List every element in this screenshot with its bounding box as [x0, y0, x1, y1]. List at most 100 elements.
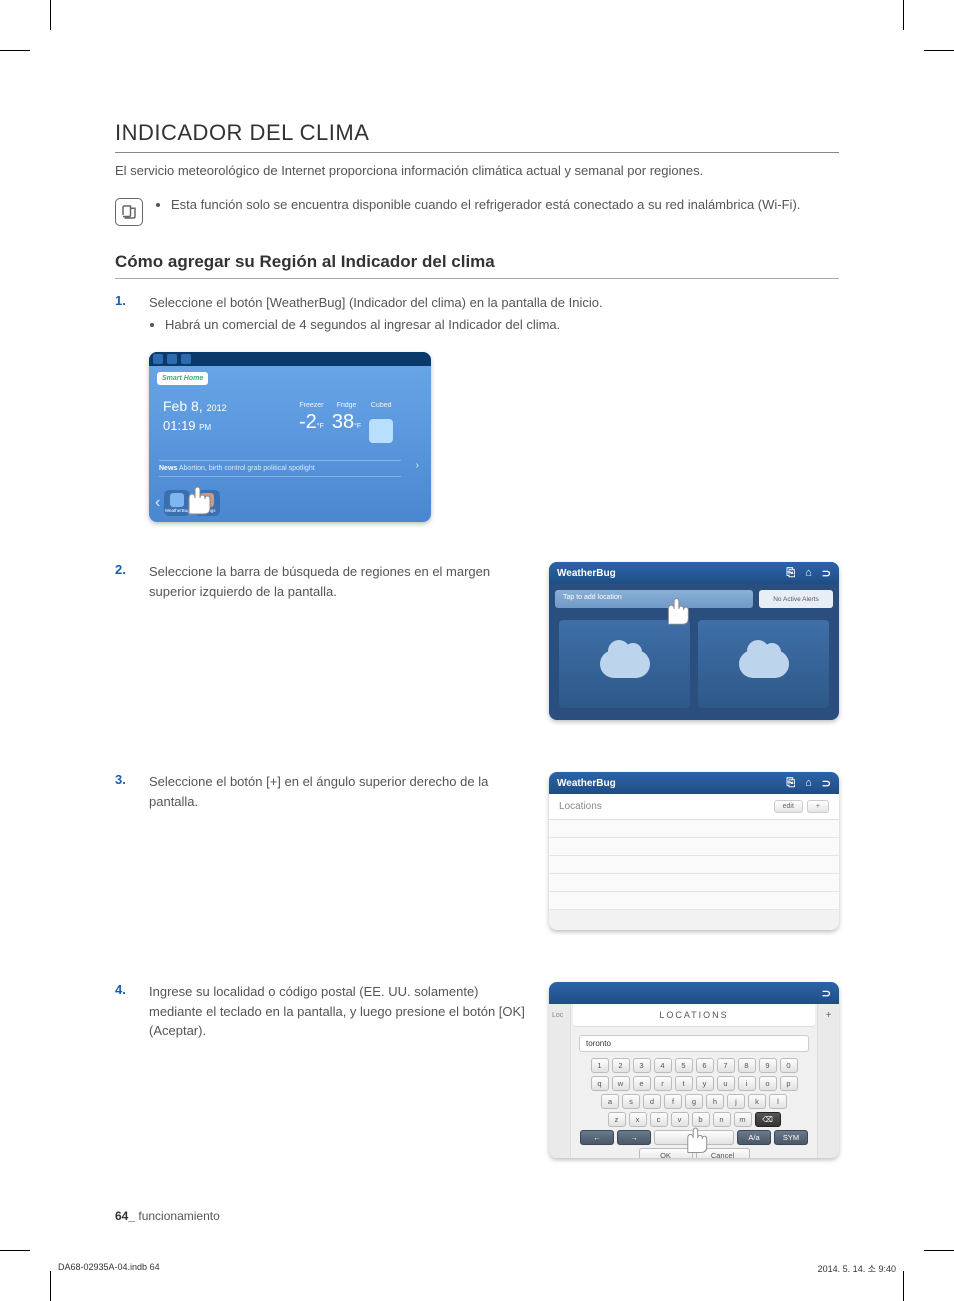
app-header: ⊃: [549, 982, 839, 1004]
pointing-hand-icon: [177, 478, 217, 518]
key-4[interactable]: 4: [654, 1058, 672, 1073]
key-2[interactable]: 2: [612, 1058, 630, 1073]
home-icon[interactable]: ⌂: [805, 567, 812, 580]
key-w[interactable]: w: [612, 1076, 630, 1091]
news-ticker: News Abortion, birth control grab politi…: [159, 460, 401, 477]
fridge-temp: Fridge 38°F: [332, 402, 361, 434]
figure-locations-list: WeatherBug ⎘ ⌂ ⊃ Locations edit +: [549, 772, 839, 930]
save-icon[interactable]: ⎘: [786, 567, 795, 580]
list-item: [549, 838, 839, 856]
key-p[interactable]: p: [780, 1076, 798, 1091]
back-icon[interactable]: ⊃: [822, 987, 831, 1000]
step-text: Seleccione la barra de búsqueda de regio…: [149, 562, 531, 601]
page-footer: 64_ funcionamiento: [115, 1209, 220, 1223]
crop-mark: [903, 0, 904, 30]
key-9[interactable]: 9: [759, 1058, 777, 1073]
key-1[interactable]: 1: [591, 1058, 609, 1073]
news-arrow-icon: ›: [416, 460, 419, 471]
key-c[interactable]: c: [650, 1112, 668, 1127]
back-icon[interactable]: ⊃: [822, 567, 831, 580]
key-z[interactable]: z: [608, 1112, 626, 1127]
key-l[interactable]: l: [769, 1094, 787, 1109]
key-s[interactable]: s: [622, 1094, 640, 1109]
temperature-row: Freezer -2°F Fridge 38°F Cubed: [299, 402, 393, 443]
crop-mark: [924, 50, 954, 51]
back-icon[interactable]: ⊃: [822, 777, 831, 790]
key-5[interactable]: 5: [675, 1058, 693, 1073]
weatherbug-brand: WeatherBug: [557, 778, 616, 789]
key-r[interactable]: r: [654, 1076, 672, 1091]
print-footer: DA68-02935A-04.indb 64 2014. 5. 14. 소 9…: [58, 1262, 896, 1275]
backspace-key[interactable]: ⌫: [755, 1112, 781, 1127]
key-h[interactable]: h: [706, 1094, 724, 1109]
key-k[interactable]: k: [748, 1094, 766, 1109]
sym-key[interactable]: SYM: [774, 1130, 808, 1145]
key-8[interactable]: 8: [738, 1058, 756, 1073]
key-n[interactable]: n: [713, 1112, 731, 1127]
add-location-button[interactable]: +: [818, 1010, 839, 1021]
key-t[interactable]: t: [675, 1076, 693, 1091]
key-f[interactable]: f: [664, 1094, 682, 1109]
key-x[interactable]: x: [629, 1112, 647, 1127]
pointing-hand-icon: [657, 590, 695, 628]
step-1: 1. Seleccione el botón [WeatherBug] (Ind…: [115, 293, 839, 334]
location-search-bar[interactable]: Tap to add location: [555, 590, 753, 608]
step-number: 2.: [115, 562, 135, 577]
list-item: [549, 820, 839, 838]
subtitle: Cómo agregar su Región al Indicador del …: [115, 252, 839, 279]
time-display: 01:19 PM: [163, 418, 211, 433]
figure-home-screen: Smart Home Feb 8, 2012 01:19 PM Freezer …: [149, 352, 431, 522]
key-g[interactable]: g: [685, 1094, 703, 1109]
arrow-left-key[interactable]: ←: [580, 1130, 614, 1145]
key-6[interactable]: 6: [696, 1058, 714, 1073]
key-q[interactable]: q: [591, 1076, 609, 1091]
ice-mode: Cubed: [369, 402, 393, 443]
pointing-hand-icon: [677, 1120, 713, 1156]
side-panel: +: [817, 1004, 839, 1158]
note-icon: [115, 198, 143, 226]
key-o[interactable]: o: [759, 1076, 777, 1091]
print-timestamp: 2014. 5. 14. 소 9:40: [818, 1262, 896, 1275]
step-3: 3. Seleccione el botón [+] en el ángulo …: [115, 772, 531, 811]
step-number: 3.: [115, 772, 135, 787]
side-panel: Loc: [549, 1004, 571, 1158]
key-3[interactable]: 3: [633, 1058, 651, 1073]
key-u[interactable]: u: [717, 1076, 735, 1091]
key-i[interactable]: i: [738, 1076, 756, 1091]
app-header: WeatherBug ⎘ ⌂ ⊃: [549, 772, 839, 794]
cloud-icon: [600, 650, 650, 678]
save-icon[interactable]: ⎘: [786, 777, 795, 790]
figure-keyboard: ⊃ Loc + LOCATIONS toronto 1234567890 qwe…: [549, 982, 839, 1158]
crop-mark: [0, 1250, 30, 1251]
edit-button[interactable]: edit: [774, 800, 803, 813]
key-j[interactable]: j: [727, 1094, 745, 1109]
alerts-badge: No Active Alerts: [759, 590, 833, 608]
key-a[interactable]: a: [601, 1094, 619, 1109]
step-text: Ingrese su localidad o código postal (EE…: [149, 982, 531, 1041]
step-4: 4. Ingrese su localidad o código postal …: [115, 982, 531, 1041]
figure-search-bar: WeatherBug ⎘ ⌂ ⊃ Tap to add location No …: [549, 562, 839, 720]
key-d[interactable]: d: [643, 1094, 661, 1109]
freezer-temp: Freezer -2°F: [299, 402, 324, 434]
step-number: 1.: [115, 293, 135, 308]
ice-icon: [369, 419, 393, 443]
home-icon[interactable]: ⌂: [805, 777, 812, 790]
key-y[interactable]: y: [696, 1076, 714, 1091]
weather-card: [698, 620, 829, 708]
shift-key[interactable]: A/a: [737, 1130, 771, 1145]
location-input[interactable]: toronto: [579, 1035, 809, 1052]
add-location-button[interactable]: +: [807, 800, 829, 813]
chevron-left-icon: ‹: [155, 494, 160, 512]
crop-mark: [903, 1271, 904, 1301]
note-block: Esta función solo se encuentra disponibl…: [115, 196, 839, 226]
arrow-right-key[interactable]: →: [617, 1130, 651, 1145]
key-0[interactable]: 0: [780, 1058, 798, 1073]
key-m[interactable]: m: [734, 1112, 752, 1127]
section-title: INDICADOR DEL CLIMA: [115, 120, 839, 153]
key-7[interactable]: 7: [717, 1058, 735, 1073]
weatherbug-brand: WeatherBug: [557, 568, 616, 579]
key-e[interactable]: e: [633, 1076, 651, 1091]
crop-mark: [0, 50, 30, 51]
locations-rows: [549, 820, 839, 910]
list-item: [549, 856, 839, 874]
